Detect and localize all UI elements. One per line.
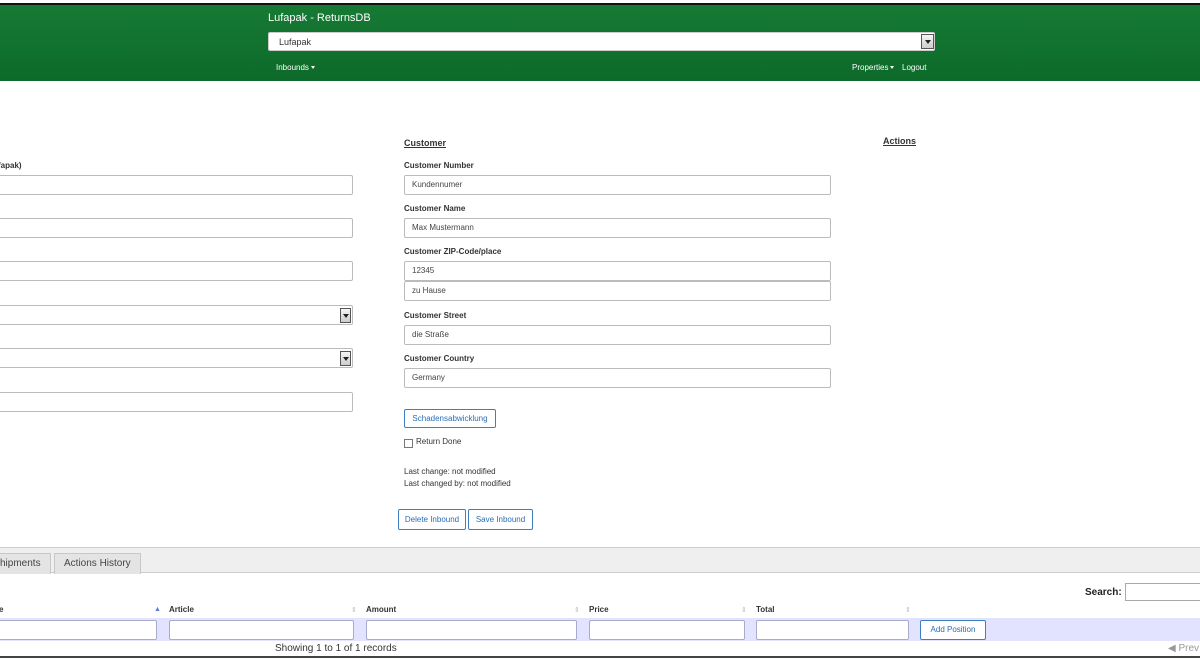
customer-place-input[interactable]: zu Hause [404,281,831,301]
app-frame: Lufapak - ReturnsDB Lufapak Inbounds Pro… [0,3,1200,658]
cell-input-price[interactable] [589,620,745,640]
column-header-price[interactable]: Price [589,605,609,614]
navbar: Inbounds Properties Logout [0,54,1200,81]
caret-down-icon [890,66,895,70]
customer-country-label: Customer Country [404,354,475,363]
cell-input-total[interactable] [756,620,909,640]
customer-heading: Customer [404,138,447,148]
search-input[interactable] [1125,583,1200,601]
sort-icon: ⇕ [574,607,580,614]
cell-input-amount[interactable] [366,620,577,640]
nav-logout[interactable]: Logout [902,63,926,72]
tab-shipments[interactable]: hipments [0,553,51,574]
add-position-button[interactable]: Add Position [920,620,986,640]
last-changed-by-text: Last changed by: not modified [404,479,511,488]
sort-asc-icon: ▲ [154,606,161,613]
customer-street-label: Customer Street [404,311,467,320]
delete-inbound-button[interactable]: Delete Inbound [398,509,466,530]
return-done-label: Return Done [416,437,462,446]
column-header-article[interactable]: Article [169,605,194,614]
chevron-down-icon[interactable] [340,351,351,366]
customer-street-input[interactable]: die Straße [404,325,831,345]
customer-country-input[interactable]: Germany [404,368,831,388]
left-field-label: fapak) [0,161,22,170]
left-select-1[interactable] [0,305,353,325]
header-bar: Lufapak - ReturnsDB Lufapak Inbounds Pro… [0,5,1200,81]
customer-zip-input[interactable]: 12345 [404,261,831,281]
column-header-1[interactable]: e [0,605,3,614]
cell-input-article[interactable] [169,620,354,640]
left-input-1[interactable] [0,175,353,195]
nav-inbounds[interactable]: Inbounds [276,63,315,72]
column-header-amount[interactable]: Amount [366,605,396,614]
company-select[interactable]: Lufapak [268,32,935,51]
nav-properties[interactable]: Properties [852,63,895,72]
chevron-down-icon[interactable] [340,308,351,323]
search-label: Search: [1085,587,1122,598]
tab-actions-history[interactable]: Actions History [54,553,141,574]
sort-icon: ⇕ [741,607,747,614]
actions-heading: Actions [883,136,917,146]
customer-number-input[interactable]: Kundennumer [404,175,831,195]
sort-icon: ⇕ [905,607,911,614]
app-title: Lufapak - ReturnsDB [268,12,371,24]
customer-name-input[interactable]: Max Mustermann [404,218,831,238]
left-input-3[interactable] [0,261,353,281]
triangle-left-icon: ◀ [1168,643,1176,654]
customer-zip-label: Customer ZIP-Code/place [404,247,502,256]
customer-number-label: Customer Number [404,161,474,170]
save-inbound-button[interactable]: Save Inbound [468,509,533,530]
company-select-value: Lufapak [279,37,312,47]
table-info: Showing 1 to 1 of 1 records [275,643,397,654]
last-change-text: Last change: not modified [404,467,496,476]
column-header-total[interactable]: Total [756,605,775,614]
left-select-2[interactable] [0,348,353,368]
left-input-2[interactable] [0,218,353,238]
prev-button[interactable]: ◀ Prev [1168,643,1199,654]
cell-input-1[interactable] [0,620,157,640]
tabs-bar: hipments Actions History [0,547,1200,574]
chevron-down-icon[interactable] [921,34,934,49]
sort-icon: ⇕ [351,607,357,614]
left-input-4[interactable] [0,392,353,412]
schadensabwicklung-button[interactable]: Schadensabwicklung [404,409,496,428]
customer-name-label: Customer Name [404,204,466,213]
return-done-checkbox[interactable] [404,439,413,448]
caret-down-icon [310,66,315,70]
